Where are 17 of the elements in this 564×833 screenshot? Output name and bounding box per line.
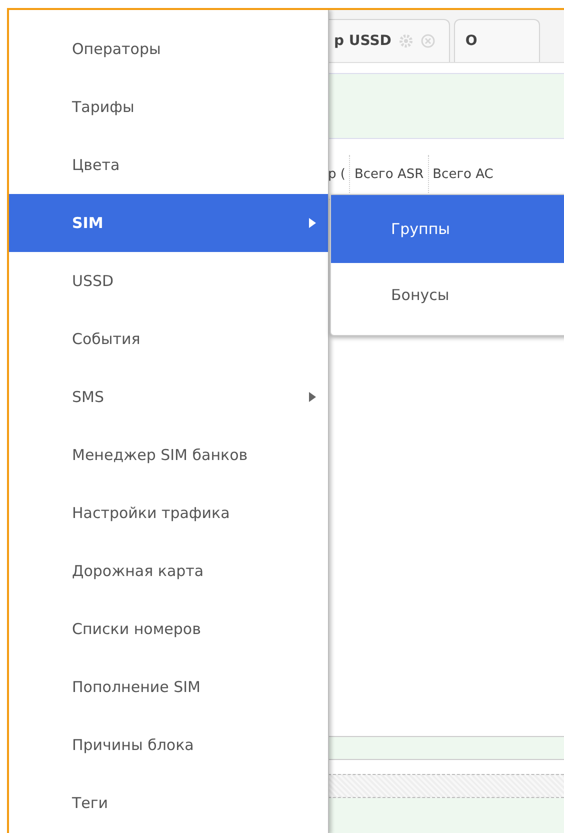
menu-item[interactable]: Причины блока — [9, 716, 328, 774]
menu-item[interactable]: USSD — [9, 252, 328, 310]
menu-item[interactable]: Теги — [9, 774, 328, 832]
menu-item[interactable]: Настройки трафика — [9, 484, 328, 542]
menu-item[interactable]: Менеджер SIM банков — [9, 426, 328, 484]
menu-item[interactable]: Тарифы — [9, 78, 328, 136]
menu-item[interactable]: Списки номеров — [9, 600, 328, 658]
menu-item[interactable]: SIM — [9, 194, 328, 252]
menu-item[interactable]: Дорожная карта — [9, 542, 328, 600]
menu-item[interactable]: Группы — [331, 195, 564, 263]
menu-item[interactable]: Бонусы — [331, 263, 564, 327]
menu-item[interactable]: Пополнение SIM — [9, 658, 328, 716]
menu-item[interactable]: События — [9, 310, 328, 368]
gear-icon[interactable] — [399, 34, 414, 48]
tab[interactable]: О — [454, 19, 540, 62]
menu-item[interactable]: SMS — [9, 368, 328, 426]
close-icon[interactable] — [421, 34, 436, 48]
